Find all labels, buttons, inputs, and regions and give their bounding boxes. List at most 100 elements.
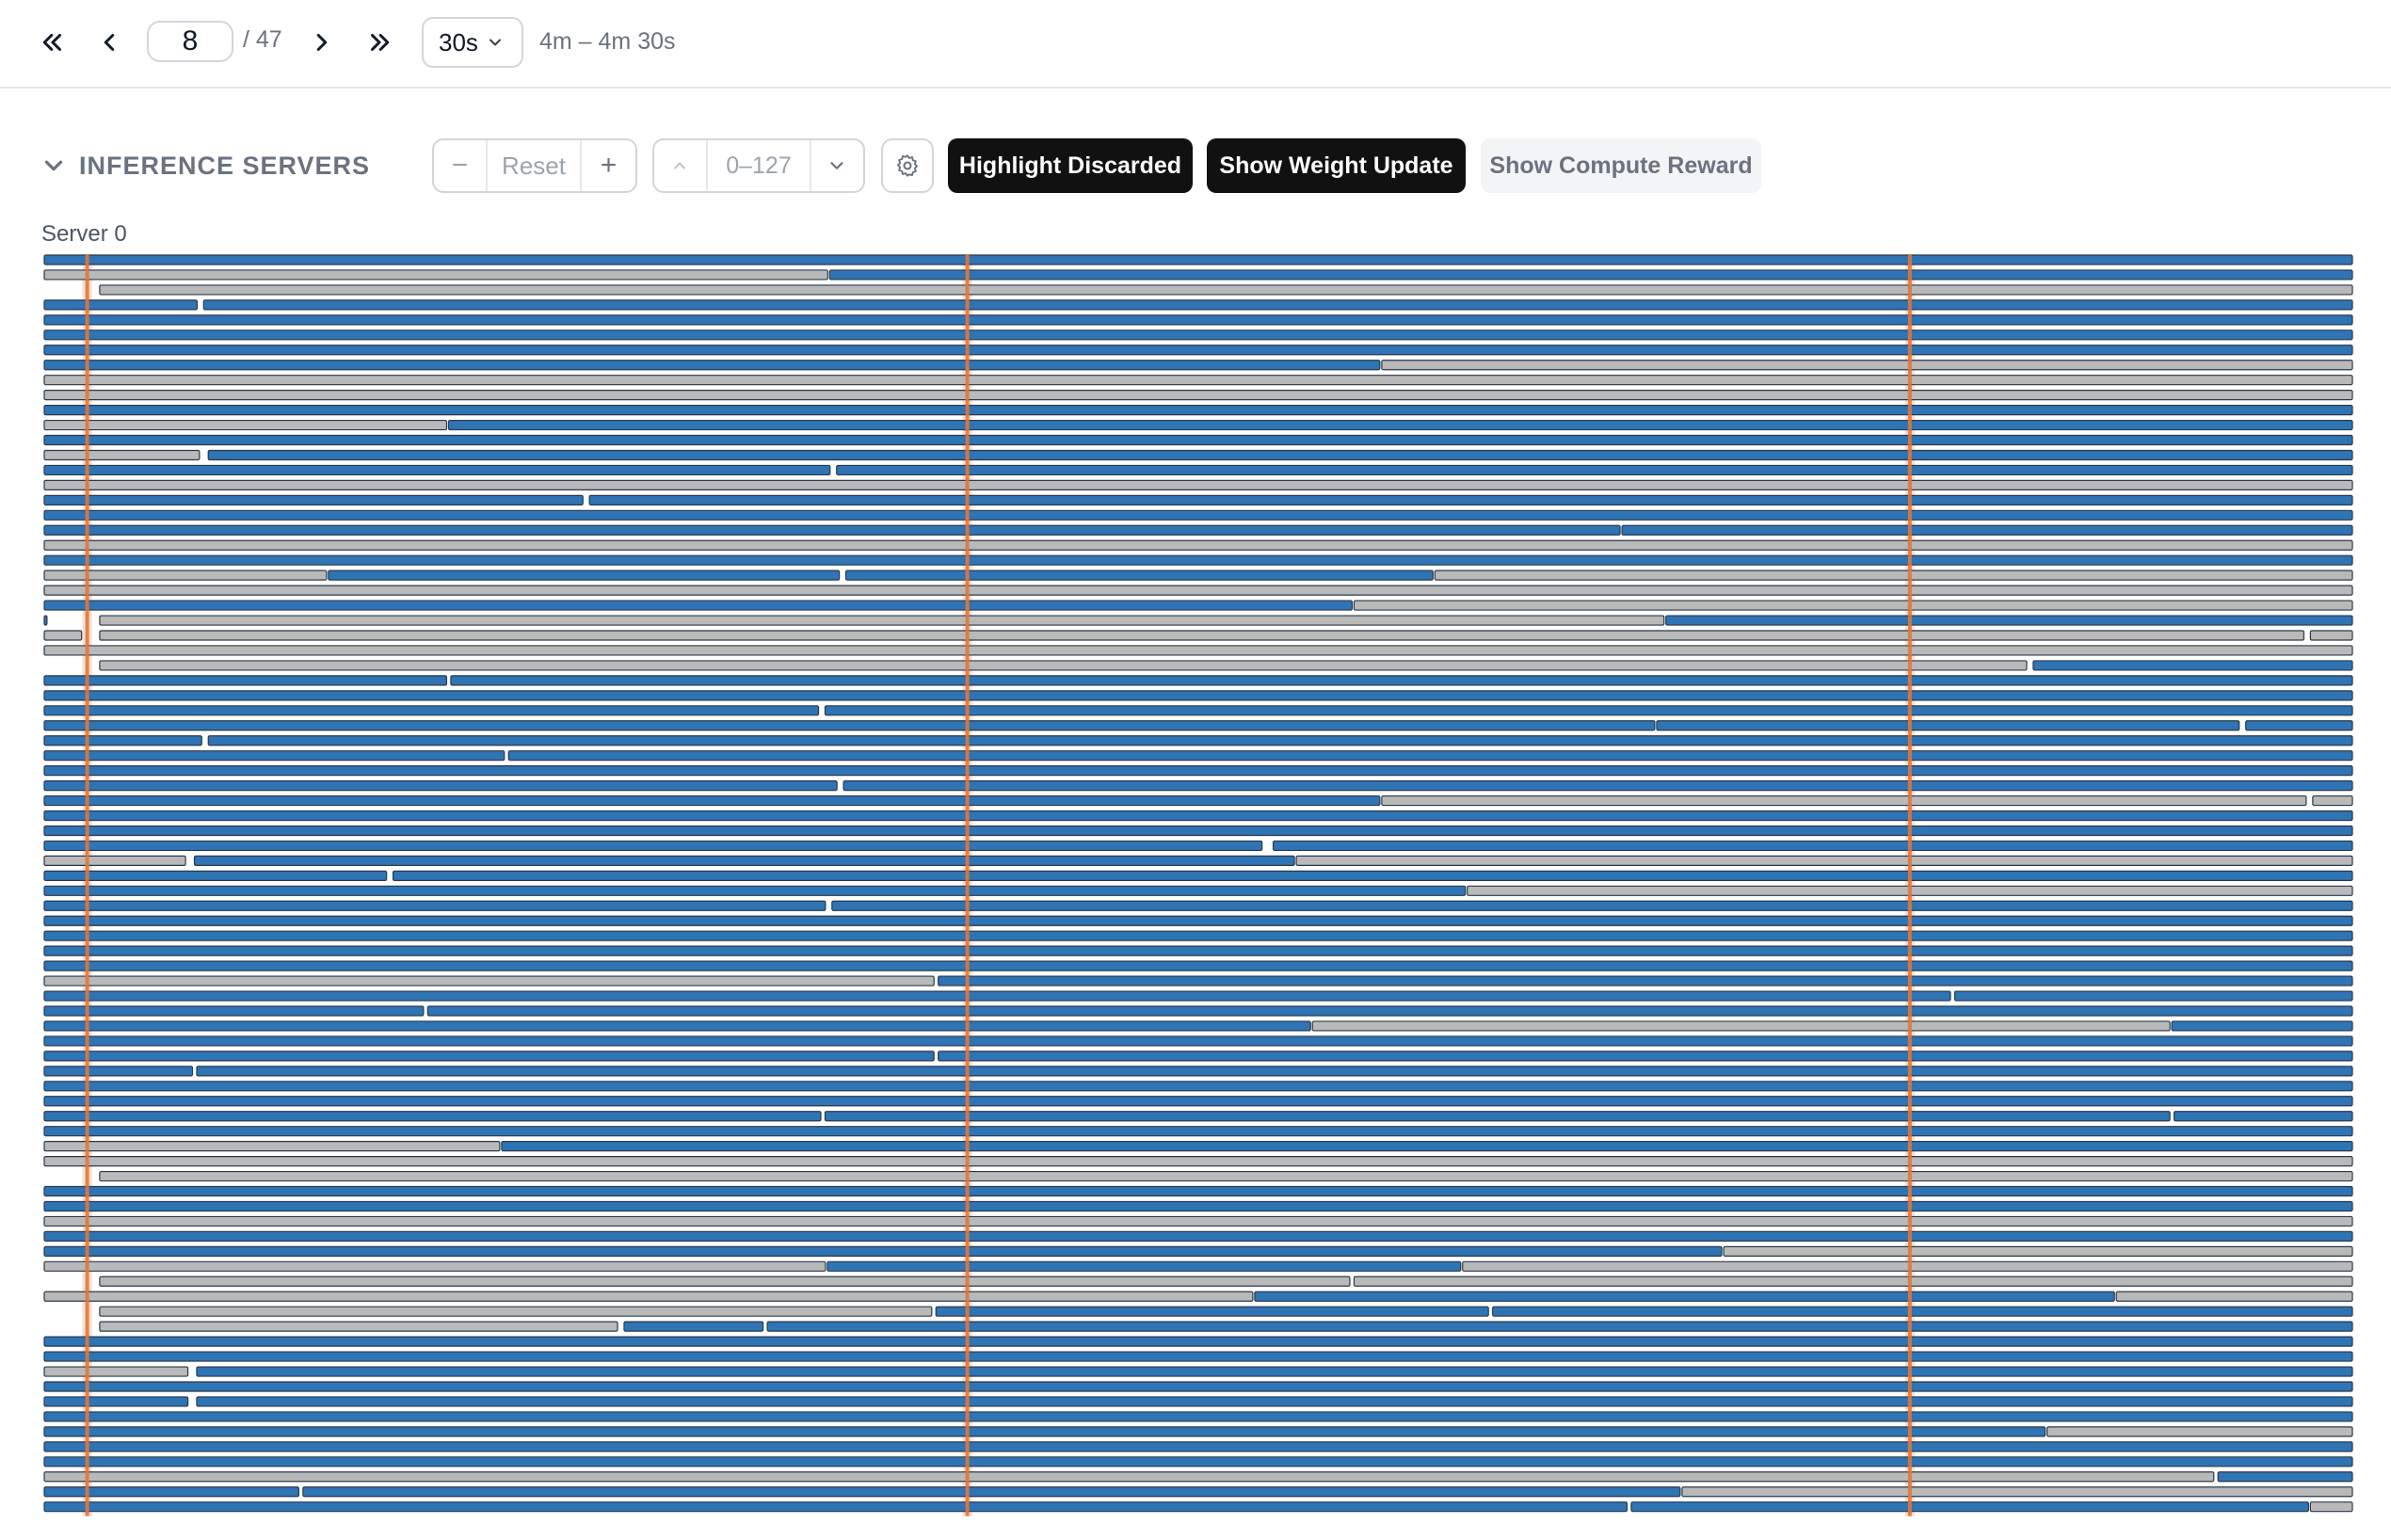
request-bar[interactable] [1630,1501,2309,1513]
request-bar[interactable] [43,1456,2353,1468]
request-bar[interactable] [43,810,2353,822]
discarded-request-bar[interactable] [43,975,935,987]
request-bar[interactable] [43,705,820,716]
request-bar[interactable] [43,675,448,686]
request-bar[interactable] [1953,990,2353,1002]
discarded-request-bar[interactable] [1353,600,2353,611]
request-bar[interactable] [43,779,838,792]
request-bar[interactable] [1621,524,2353,536]
request-bar[interactable] [43,1200,2353,1212]
request-bar[interactable] [43,915,2353,926]
request-bar[interactable] [43,345,2353,356]
request-bar[interactable] [196,1396,2353,1407]
request-bar[interactable] [43,960,2353,971]
request-bar[interactable] [1665,615,2353,626]
request-bar[interactable] [1656,720,2240,731]
request-bar[interactable] [43,840,1263,852]
discarded-request-bar[interactable] [43,479,2353,490]
discarded-request-bar[interactable] [43,1141,501,1152]
request-bar[interactable] [935,1306,1489,1317]
request-bar[interactable] [766,1321,2353,1332]
request-bar[interactable] [43,1501,1629,1513]
request-bar[interactable] [43,494,584,505]
discarded-request-bar[interactable] [43,269,828,281]
request-bar[interactable] [43,1185,2353,1197]
request-bar[interactable] [43,405,2353,416]
request-bar[interactable] [196,1066,2353,1077]
request-bar[interactable] [43,794,1381,807]
request-bar[interactable] [588,494,2353,505]
request-bar[interactable] [43,1245,1723,1257]
discarded-request-bar[interactable] [43,539,2353,551]
request-bar[interactable] [196,1366,2353,1377]
request-bar[interactable] [43,524,1621,536]
discarded-request-bar[interactable] [1462,1260,2353,1272]
discarded-request-bar[interactable] [1311,1020,2171,1032]
request-bar[interactable] [828,269,2353,281]
request-bar[interactable] [2032,660,2353,671]
request-bar[interactable] [43,254,2353,265]
request-bar[interactable] [43,1411,2353,1422]
request-bar[interactable] [43,615,48,626]
request-bar[interactable] [302,1486,1681,1498]
request-bar[interactable] [43,1096,2353,1107]
request-bar[interactable] [43,720,1656,731]
request-bar[interactable] [501,1141,2353,1152]
request-bar[interactable] [43,750,505,762]
request-bar[interactable] [43,1351,2353,1362]
request-bar[interactable] [43,1381,2353,1392]
request-bar[interactable] [43,600,1354,611]
discarded-request-bar[interactable] [43,375,2353,386]
discarded-request-bar[interactable] [99,1321,618,1332]
discarded-request-bar[interactable] [99,660,2028,671]
request-bar[interactable] [836,464,2353,476]
request-bar[interactable] [43,945,2353,956]
discarded-request-bar[interactable] [2115,1291,2353,1302]
request-bar[interactable] [447,419,2353,431]
request-bar[interactable] [43,1336,2353,1347]
request-bar[interactable] [938,1051,2353,1062]
request-bar[interactable] [43,930,2353,941]
discarded-request-bar[interactable] [43,390,2353,401]
request-bar[interactable] [43,825,2353,837]
request-bar[interactable] [207,449,2353,461]
request-bar[interactable] [43,509,2353,521]
request-bar[interactable] [43,1035,2353,1047]
request-bar[interactable] [43,765,2353,777]
discarded-request-bar[interactable] [43,1155,2353,1167]
request-bar[interactable] [1492,1306,2353,1317]
discarded-request-bar[interactable] [2309,630,2353,641]
request-bar[interactable] [43,1020,1311,1032]
discarded-request-bar[interactable] [2046,1426,2353,1437]
request-bar[interactable] [824,705,2353,716]
request-bar[interactable] [193,855,1295,867]
discarded-request-bar[interactable] [1381,360,2353,371]
request-bar[interactable] [826,1260,1462,1272]
request-bar[interactable] [43,885,1467,896]
discarded-request-bar[interactable] [43,585,2353,596]
request-bar[interactable] [43,1426,2046,1437]
request-bar[interactable] [43,1066,194,1077]
request-bar[interactable] [43,690,2353,701]
request-bar[interactable] [43,900,826,911]
request-bar[interactable] [43,299,199,311]
request-bar[interactable] [450,675,2353,686]
discarded-request-bar[interactable] [43,645,2353,656]
request-bar[interactable] [202,299,2353,311]
request-bar[interactable] [842,779,2353,792]
request-bar[interactable] [43,735,202,746]
request-bar[interactable] [507,750,2353,762]
discarded-request-bar[interactable] [43,1366,189,1377]
request-bar[interactable] [328,569,841,581]
discarded-request-bar[interactable] [99,1306,933,1317]
request-bar[interactable] [1254,1291,2115,1302]
request-bar[interactable] [43,1396,189,1407]
request-bar[interactable] [43,870,388,881]
request-bar[interactable] [43,434,2353,446]
discarded-request-bar[interactable] [99,630,2305,641]
request-bar[interactable] [1272,840,2353,852]
request-bar[interactable] [43,1126,2353,1137]
request-bar[interactable] [938,975,2353,987]
discarded-request-bar[interactable] [1295,855,2353,867]
discarded-request-bar[interactable] [43,1291,1254,1302]
